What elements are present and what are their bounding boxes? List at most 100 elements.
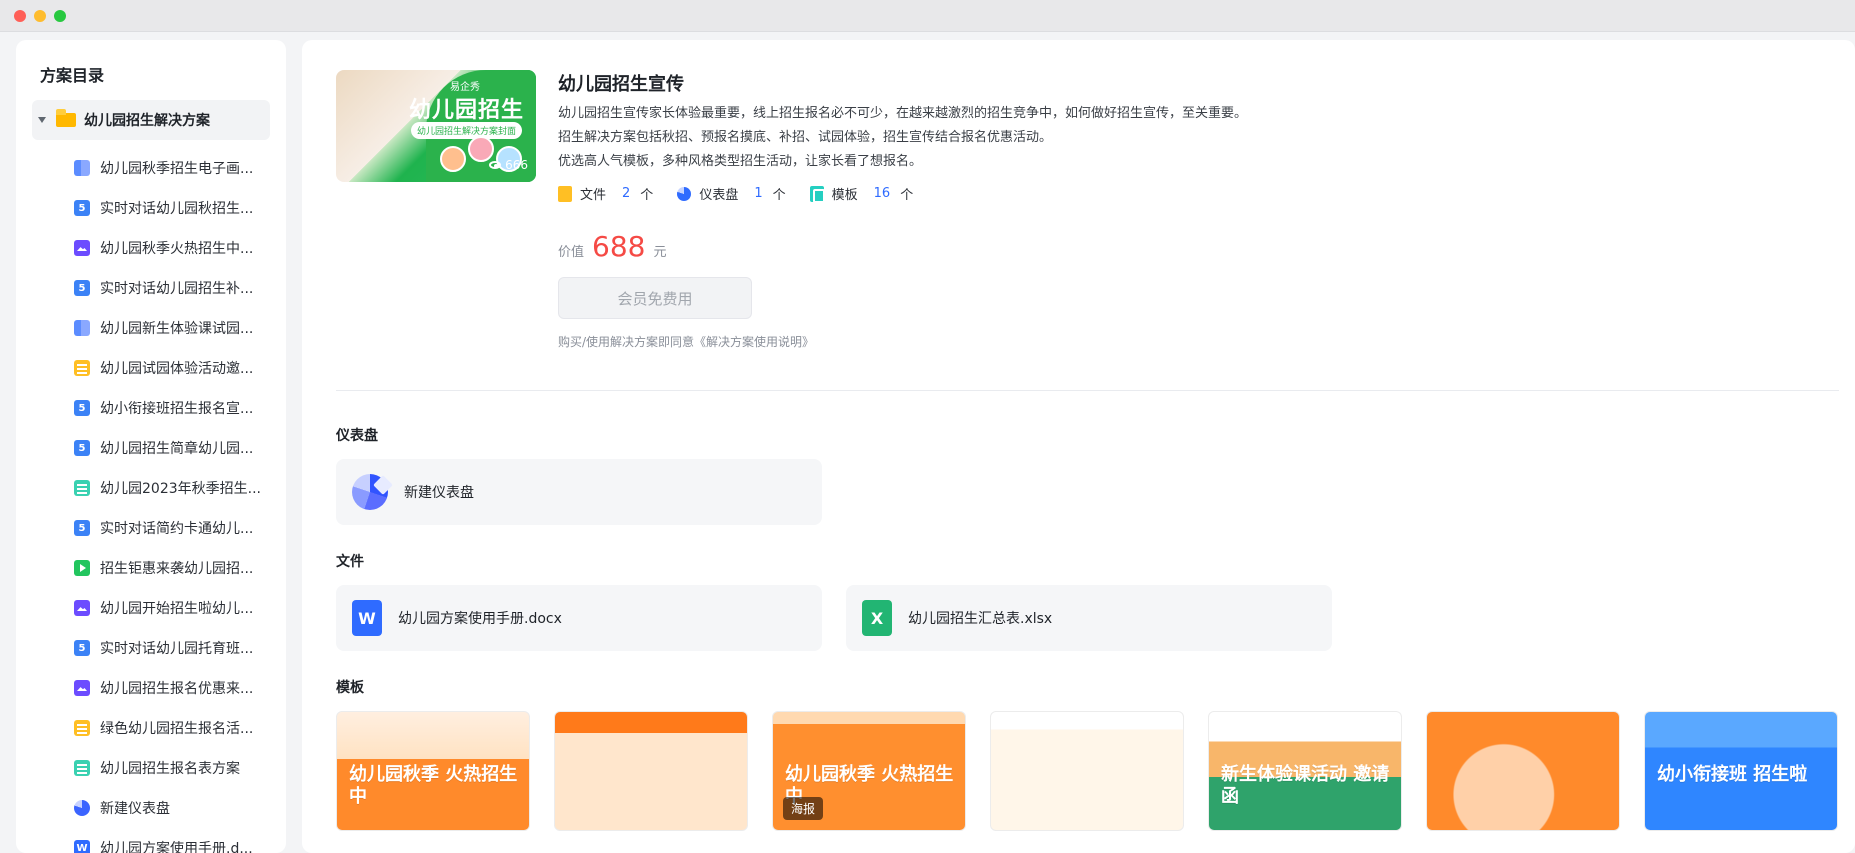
file-name: 幼儿园方案使用手册.docx [398, 611, 562, 627]
dashboard-cards: 新建仪表盘 [336, 459, 1855, 525]
sidebar-item[interactable]: 实时对话幼儿园招生补... [32, 268, 270, 308]
main-panel: 易企秀 幼儿园招生 幼儿园招生解决方案封面 666 幼儿园招生宣传 幼儿园招生宣… [302, 40, 1855, 853]
solution-stats: 文件 2 个 仪表盘 1 个 模板 16 个 [558, 184, 1358, 203]
stat-unit: 个 [772, 188, 786, 203]
sidebar-item[interactable]: 幼儿园招生报名表方案 [32, 748, 270, 788]
solution-description: 幼儿园招生宣传家长体验最重要，线上招生报名必不可少，在越来越激烈的招生竞争中，如… [558, 102, 1358, 174]
section-title: 文件 [336, 554, 364, 570]
sidebar-item[interactable]: 实时对话幼儿园托育班... [32, 628, 270, 668]
terms-note[interactable]: 购买/使用解决方案即同意《解决方案使用说明》 [558, 333, 1358, 350]
file-cards: W 幼儿园方案使用手册.docx X 幼儿园招生汇总表.xlsx [336, 585, 1855, 651]
solution-cover[interactable]: 易企秀 幼儿园招生 幼儿园招生解决方案封面 666 [336, 70, 536, 182]
sidebar-item[interactable]: 招生钜惠来袭幼儿园招... [32, 548, 270, 588]
app-layout: 方案目录 幼儿园招生解决方案 幼儿园秋季招生电子画... 实时对话幼儿园秋招生.… [16, 40, 1855, 853]
stat-count: 16 [873, 186, 891, 201]
form-icon [74, 760, 90, 776]
dashboard-section: 仪表盘 新建仪表盘 [336, 425, 1855, 525]
stat-templates: 模板 16 个 [809, 184, 914, 203]
description-line: 优选高人气模板，多种风格类型招生活动，让家长看了想报名。 [558, 154, 923, 169]
zoom-window-button[interactable] [54, 10, 66, 22]
price-row: 价值 688 元 [558, 233, 1358, 261]
sidebar-item[interactable]: 幼儿园2023年秋季招生... [32, 468, 270, 508]
word-file-icon: W [352, 600, 382, 636]
stat-count: 1 [754, 186, 763, 201]
description-line: 幼儿园招生宣传家长体验最重要，线上招生报名必不可少，在越来越激烈的招生竞争中，如… [558, 106, 1248, 121]
sidebar: 方案目录 幼儿园招生解决方案 幼儿园秋季招生电子画... 实时对话幼儿园秋招生.… [16, 40, 286, 853]
sidebar-item[interactable]: 幼小衔接班招生报名宣... [32, 388, 270, 428]
sidebar-item[interactable]: 幼儿园开始招生啦幼儿... [32, 588, 270, 628]
stat-label: 模板 [831, 188, 858, 203]
stat-dashboard: 仪表盘 1 个 [677, 184, 786, 203]
sidebar-item-label: 幼儿园招生简章幼儿园... [100, 441, 254, 457]
template-card[interactable]: 新生体验课活动 邀请函 [1208, 711, 1402, 831]
dashboard-icon [74, 800, 90, 816]
price-unit: 元 [653, 245, 667, 260]
sidebar-item[interactable]: 绿色幼儿园招生报名活... [32, 708, 270, 748]
sidebar-item[interactable]: 实时对话幼儿园秋招生... [32, 188, 270, 228]
document-icon [74, 360, 90, 376]
image-icon [74, 600, 90, 616]
sidebar-item[interactable]: 新建仪表盘 [32, 788, 270, 828]
template-card[interactable] [1426, 711, 1620, 831]
template-card[interactable]: 幼儿园秋季 火热招生中 海报 [772, 711, 966, 831]
stat-unit: 个 [900, 188, 914, 203]
use-button[interactable]: 会员免费用 [558, 277, 752, 319]
template-card[interactable] [554, 711, 748, 831]
html-icon [74, 200, 90, 216]
pie-chart-icon [352, 474, 388, 510]
template-card[interactable] [990, 711, 1184, 831]
sidebar-item-label: 幼儿园秋季招生电子画... [100, 161, 254, 177]
sidebar-item[interactable]: 幼儿园试园体验活动邀... [32, 348, 270, 388]
file-card[interactable]: W 幼儿园方案使用手册.docx [336, 585, 822, 651]
html-icon [74, 400, 90, 416]
template-card[interactable]: 幼小衔接班 招生啦 [1644, 711, 1838, 831]
template-text: 幼小衔接班 招生啦 [1657, 764, 1808, 785]
collapse-caret-icon[interactable] [38, 117, 46, 123]
sidebar-item[interactable]: 实时对话简约卡通幼儿... [32, 508, 270, 548]
sidebar-item-label: 实时对话幼儿园秋招生... [100, 201, 254, 217]
cover-photo-circle [440, 146, 466, 172]
sidebar-root-item[interactable]: 幼儿园招生解决方案 [32, 100, 270, 140]
image-icon [74, 240, 90, 256]
folder-icon [56, 109, 76, 127]
document-icon [74, 720, 90, 736]
sidebar-item[interactable]: 幼儿园秋季招生电子画... [32, 148, 270, 188]
dashboard-card[interactable]: 新建仪表盘 [336, 459, 822, 525]
sidebar-item[interactable]: 幼儿园秋季火热招生中... [32, 228, 270, 268]
html-icon [74, 640, 90, 656]
video-icon [74, 560, 90, 576]
sidebar-item-label: 幼儿园试园体验活动邀... [100, 361, 254, 377]
template-badge: 海报 [783, 797, 824, 820]
file-card[interactable]: X 幼儿园招生汇总表.xlsx [846, 585, 1332, 651]
minimize-window-button[interactable] [34, 10, 46, 22]
excel-file-icon: X [862, 600, 892, 636]
cover-views: 666 [489, 158, 528, 172]
stat-unit: 个 [640, 188, 654, 203]
cover-title: 幼儿园招生 [408, 98, 524, 123]
sidebar-item-label: 招生钜惠来袭幼儿园招... [100, 561, 254, 577]
sidebar-item[interactable]: 幼儿园方案使用手册.d... [32, 828, 270, 853]
sidebar-item[interactable]: 幼儿园新生体验课试园... [32, 308, 270, 348]
word-icon [74, 840, 90, 853]
sidebar-item-label: 幼儿园招生报名表方案 [100, 761, 240, 777]
sidebar-item-label: 幼儿园2023年秋季招生... [100, 481, 261, 497]
sidebar-item-label: 幼儿园招生报名优惠来... [100, 681, 254, 697]
file-name: 幼儿园招生汇总表.xlsx [908, 611, 1053, 627]
close-window-button[interactable] [14, 10, 26, 22]
sidebar-item-label: 新建仪表盘 [100, 801, 170, 817]
template-card[interactable]: 幼儿园秋季 火热招生中 [336, 711, 530, 831]
solution-info: 幼儿园招生宣传 幼儿园招生宣传家长体验最重要，线上招生报名必不可少，在越来越激烈… [558, 70, 1358, 350]
html-icon [74, 440, 90, 456]
template-text: 幼儿园秋季 火热招生中 [349, 764, 518, 807]
sidebar-item-label: 实时对话简约卡通幼儿... [100, 521, 254, 537]
html-icon [74, 280, 90, 296]
price-value: 688 [592, 230, 646, 263]
solution-hero: 易企秀 幼儿园招生 幼儿园招生解决方案封面 666 幼儿园招生宣传 幼儿园招生宣… [336, 70, 1855, 350]
sidebar-item[interactable]: 幼儿园招生简章幼儿园... [32, 428, 270, 468]
sidebar-item[interactable]: 幼儿园招生报名优惠来... [32, 668, 270, 708]
stat-label: 文件 [580, 188, 607, 203]
cover-subtitle: 幼儿园招生解决方案封面 [410, 122, 522, 139]
form-icon [74, 480, 90, 496]
sidebar-item-label: 幼小衔接班招生报名宣... [100, 401, 254, 417]
section-title: 仪表盘 [336, 428, 378, 444]
